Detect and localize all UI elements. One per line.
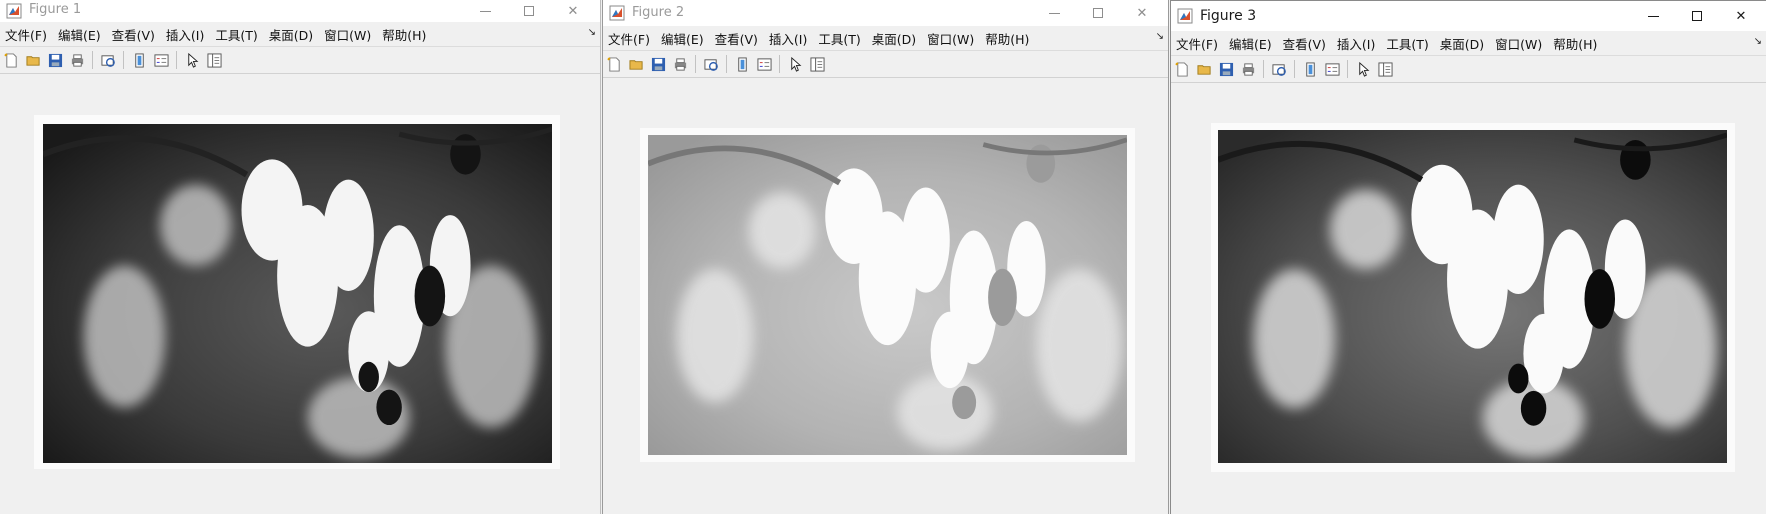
menu-insert[interactable]: 插入(I) [768,29,815,48]
print-icon[interactable] [1239,60,1257,78]
edit-plot-arrow-icon[interactable] [1354,60,1372,78]
dock-arrow-icon[interactable]: ↘ [1754,36,1762,47]
menu-tools[interactable]: 工具(T) [817,29,868,48]
open-file-icon[interactable] [1195,60,1213,78]
figure-toolbar [603,50,1168,78]
menu-bar: 文件(F) 编辑(E) 查看(V) 插入(I) 工具(T) 桌面(D) 窗口(W… [603,26,1168,50]
maximize-icon[interactable] [507,0,551,22]
title-bar[interactable]: Figure 1 [0,0,600,22]
menu-help[interactable]: 帮助(H) [381,25,434,44]
figure-toolbar [1171,55,1766,83]
figure-toolbar [0,46,600,74]
link-plot-icon[interactable] [99,51,117,69]
maximize-icon[interactable] [1076,0,1120,26]
title-bar[interactable]: Figure 3 [1171,1,1766,31]
open-file-icon[interactable] [24,51,42,69]
maximize-icon[interactable] [1675,1,1719,31]
toolbar-separator [726,55,727,73]
menu-edit[interactable]: 编辑(E) [660,29,712,48]
figure-window-2[interactable]: Figure 2 文件(F) 编辑(E) 查看(V) 插入(I) 工具(T) 桌… [602,0,1169,514]
minimize-icon[interactable] [463,0,507,22]
flower-image-high-contrast [43,124,552,463]
menu-edit[interactable]: 编辑(E) [1228,34,1280,53]
menu-window[interactable]: 窗口(W) [926,29,982,48]
edit-plot-arrow-icon[interactable] [183,51,201,69]
menu-desktop[interactable]: 桌面(D) [1439,34,1492,53]
title-bar[interactable]: Figure 2 [603,0,1168,26]
print-icon[interactable] [671,55,689,73]
menu-window[interactable]: 窗口(W) [1494,34,1550,53]
edit-plot-arrow-icon[interactable] [786,55,804,73]
figure-window-3[interactable]: Figure 3 文件(F) 编辑(E) 查看(V) 插入(I) 工具(T) 桌… [1170,0,1766,514]
close-icon[interactable] [551,0,595,22]
print-icon[interactable] [68,51,86,69]
dock-arrow-icon[interactable]: ↘ [588,27,596,38]
menu-desktop[interactable]: 桌面(D) [268,25,321,44]
menu-desktop[interactable]: 桌面(D) [871,29,924,48]
menu-help[interactable]: 帮助(H) [1552,34,1605,53]
toolbar-separator [1347,60,1348,78]
new-figure-icon[interactable] [1173,60,1191,78]
menu-file[interactable]: 文件(F) [1175,34,1226,53]
flower-image-equalized [1218,130,1727,463]
save-icon[interactable] [46,51,64,69]
menu-tools[interactable]: 工具(T) [1385,34,1436,53]
matlab-app-icon [1177,8,1193,24]
legend-icon[interactable] [152,51,170,69]
menu-view[interactable]: 查看(V) [1282,34,1334,53]
window-title: Figure 3 [1200,8,1257,24]
minimize-icon[interactable] [1631,1,1675,31]
menu-insert[interactable]: 插入(I) [165,25,212,44]
menu-edit[interactable]: 编辑(E) [57,25,109,44]
figure-window-1[interactable]: Figure 1 文件(F) 编辑(E) 查看(V) 插入(I) 工具(T) 桌… [0,0,601,514]
new-figure-icon[interactable] [2,51,20,69]
figure-canvas [1171,83,1766,514]
menu-file[interactable]: 文件(F) [4,25,55,44]
legend-icon[interactable] [1323,60,1341,78]
menu-file[interactable]: 文件(F) [607,29,658,48]
toolbar-separator [1263,60,1264,78]
property-inspector-icon[interactable] [1376,60,1394,78]
colorbar-icon[interactable] [733,55,751,73]
flower-image-washed-out [648,135,1127,455]
toolbar-separator [92,51,93,69]
close-icon[interactable] [1719,1,1763,31]
save-icon[interactable] [649,55,667,73]
close-icon[interactable] [1120,0,1164,26]
toolbar-separator [1294,60,1295,78]
dock-arrow-icon[interactable]: ↘ [1156,31,1164,42]
menu-help[interactable]: 帮助(H) [984,29,1037,48]
matlab-app-icon [609,5,625,21]
save-icon[interactable] [1217,60,1235,78]
minimize-icon[interactable] [1032,0,1076,26]
toolbar-separator [176,51,177,69]
window-title: Figure 2 [632,5,685,20]
legend-icon[interactable] [755,55,773,73]
open-file-icon[interactable] [627,55,645,73]
link-plot-icon[interactable] [1270,60,1288,78]
menu-insert[interactable]: 插入(I) [1336,34,1383,53]
figure-canvas [0,74,600,514]
property-inspector-icon[interactable] [808,55,826,73]
menu-view[interactable]: 查看(V) [714,29,766,48]
menu-tools[interactable]: 工具(T) [214,25,265,44]
menu-bar: 文件(F) 编辑(E) 查看(V) 插入(I) 工具(T) 桌面(D) 窗口(W… [1171,31,1766,55]
colorbar-icon[interactable] [130,51,148,69]
toolbar-separator [779,55,780,73]
property-inspector-icon[interactable] [205,51,223,69]
menu-window[interactable]: 窗口(W) [323,25,379,44]
window-title: Figure 1 [29,2,82,17]
menu-bar: 文件(F) 编辑(E) 查看(V) 插入(I) 工具(T) 桌面(D) 窗口(W… [0,22,600,46]
new-figure-icon[interactable] [605,55,623,73]
link-plot-icon[interactable] [702,55,720,73]
matlab-app-icon [6,3,22,19]
colorbar-icon[interactable] [1301,60,1319,78]
menu-view[interactable]: 查看(V) [111,25,163,44]
figure-canvas [603,78,1168,514]
toolbar-separator [123,51,124,69]
toolbar-separator [695,55,696,73]
